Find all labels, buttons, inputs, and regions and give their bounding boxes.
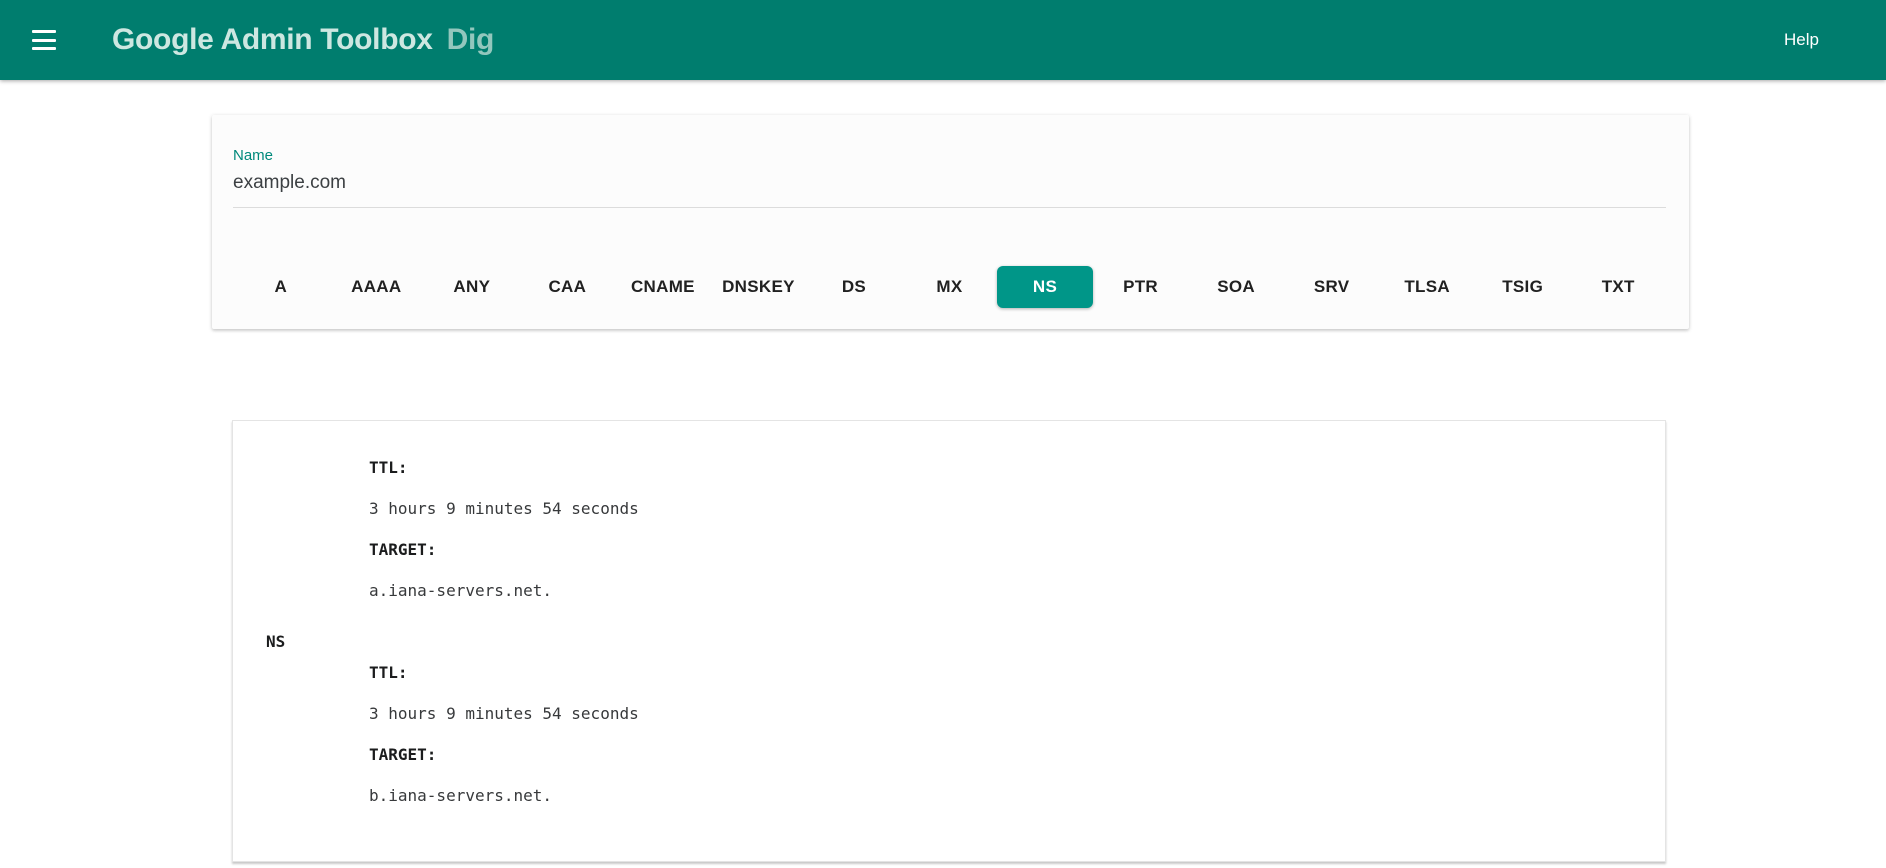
toolbox-title: Google Admin Toolbox [112,23,433,56]
menu-icon-bar [32,30,56,33]
record-type-any-button[interactable]: ANY [424,266,520,308]
record-type-a-button[interactable]: A [233,266,329,308]
help-link[interactable]: Help [1784,30,1819,50]
record-type-ds-button[interactable]: DS [806,266,902,308]
result-record-type: NS [266,631,286,651]
name-input[interactable] [233,170,1666,208]
target-label: TARGET: [369,540,437,559]
target-value: a.iana-servers.net. [369,581,553,600]
results-card: NS TTL: 3 hours 9 minutes 54 seconds TARGE… [232,420,1666,862]
main-content: Name AAAAAANYCAACNAMEDNSKEYDSMXNSPTRSOAS… [0,115,1886,862]
record-type-txt-button[interactable]: TXT [1570,266,1666,308]
ttl-label: TTL: [369,458,408,477]
record-type-dnskey-button[interactable]: DNSKEY [711,266,807,308]
record-type-aaaa-button[interactable]: AAAA [329,266,425,308]
app-header: Google Admin Toolbox Dig Help [0,0,1886,80]
menu-icon-bar [32,47,56,50]
ttl-label: TTL: [369,663,408,682]
record-type-srv-button[interactable]: SRV [1284,266,1380,308]
target-value: b.iana-servers.net. [369,786,553,805]
menu-icon[interactable] [32,30,56,50]
record-type-tlsa-button[interactable]: TLSA [1379,266,1475,308]
ttl-value: 3 hours 9 minutes 54 seconds [369,704,639,723]
menu-icon-bar [32,38,56,42]
dns-record: TTL: 3 hours 9 minutes 54 seconds TARGET: b… [369,652,1645,816]
result-records: TTL: 3 hours 9 minutes 54 seconds TARGET: a… [369,421,1665,861]
record-type-row: A AAAA ANY CAA CNAME DNSKEY DS MX NS PTR SOA SRV TLS… [233,266,1666,308]
app-title: Google Admin Toolbox Dig [112,23,494,57]
record-type-caa-button[interactable]: CAA [520,266,616,308]
dns-record: TTL: 3 hours 9 minutes 54 seconds TARGET: a… [369,447,1645,611]
ttl-value: 3 hours 9 minutes 54 seconds [369,499,639,518]
record-type-ns-button[interactable]: NS [997,266,1093,308]
record-type-tsig-button[interactable]: TSIG [1475,266,1571,308]
record-type-cname-button[interactable]: CNAME [615,266,711,308]
tool-name: Dig [446,23,495,56]
query-card: Name AAAAAANYCAACNAMEDNSKEYDSMXNSPTRSOAS… [212,115,1689,329]
record-type-ptr-button[interactable]: PTR [1093,266,1189,308]
record-type-soa-button[interactable]: SOA [1188,266,1284,308]
name-label: Name [233,147,274,164]
record-type-mx-button[interactable]: MX [902,266,998,308]
target-label: TARGET: [369,745,437,764]
